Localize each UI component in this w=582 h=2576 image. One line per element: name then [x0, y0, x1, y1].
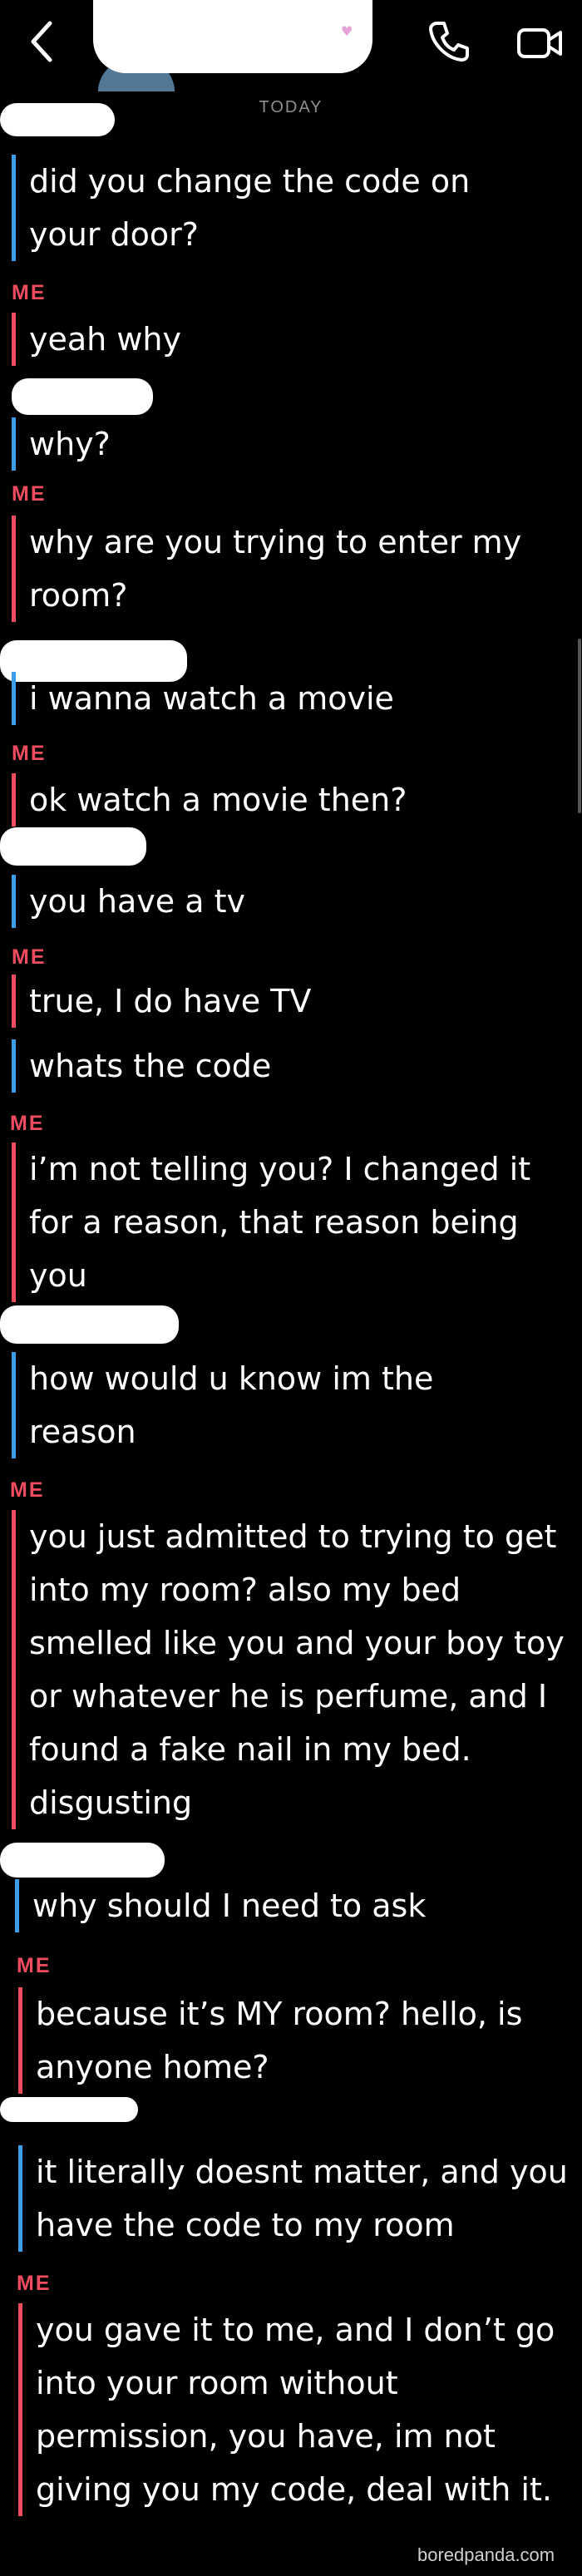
sender-name-redaction [12, 378, 153, 415]
message-text: you have a tv [12, 875, 528, 928]
message-text: i wanna watch a movie [12, 672, 528, 725]
me-label: ME [12, 281, 47, 304]
me-label: ME [17, 2272, 52, 2295]
message-text: you just admitted to trying to get into … [12, 1510, 581, 1829]
phone-icon [429, 22, 469, 62]
back-button[interactable] [25, 18, 62, 65]
video-camera-icon [517, 28, 562, 58]
me-label: ME [17, 1954, 52, 1977]
message-text: you gave it to me, and I don’t go into y… [18, 2303, 582, 2516]
me-label: ME [12, 945, 47, 969]
chevron-left-icon [31, 21, 52, 62]
call-button[interactable] [426, 18, 472, 65]
sender-name-redaction [0, 827, 146, 866]
message-text: yeah why [12, 313, 528, 366]
watermark: boredpanda.com [417, 2544, 555, 2565]
message-text: why? [12, 417, 528, 471]
message-text: why should I need to ask [15, 1879, 531, 1932]
me-label: ME [12, 742, 47, 765]
message-text: i’m not telling you? I changed it for a … [12, 1142, 582, 1302]
message-text: ok watch a movie then? [12, 773, 528, 827]
sender-name-redaction [0, 1305, 179, 1344]
scrollbar[interactable] [578, 639, 581, 813]
sender-name-redaction [0, 2097, 138, 2122]
message-text: it literally doesnt matter, and you have… [18, 2145, 582, 2252]
chat-header: ♥ [0, 0, 582, 91]
video-call-button[interactable] [515, 23, 565, 63]
message-text: because it’s MY room? hello, is anyone h… [18, 1987, 568, 2094]
me-label: ME [10, 1478, 45, 1502]
sender-name-redaction [0, 1843, 165, 1878]
me-label: ME [10, 1112, 45, 1135]
sender-name-redaction [0, 103, 115, 136]
message-text: why are you trying to enter my room? [12, 516, 578, 622]
message-text: did you change the code on your door? [12, 155, 536, 261]
me-label: ME [12, 482, 47, 506]
heart-icon: ♥ [341, 23, 353, 39]
message-text: whats the code [12, 1039, 528, 1093]
contact-name-redaction [93, 0, 372, 73]
message-text: true, I do have TV [12, 975, 528, 1028]
message-text: how would u know im the reason [12, 1352, 528, 1458]
